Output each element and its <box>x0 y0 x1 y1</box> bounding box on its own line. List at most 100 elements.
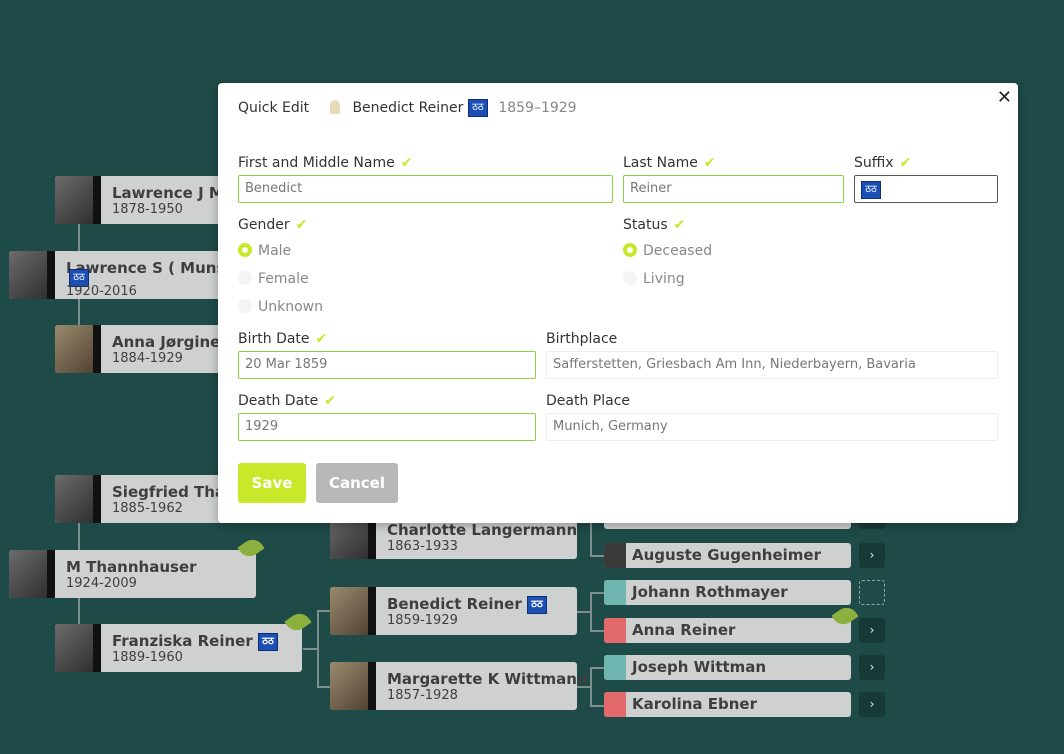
tree-connector <box>303 648 317 650</box>
gender-label: Gender ✔ <box>238 217 308 233</box>
ancestor-name: Joseph Wittman <box>632 658 767 676</box>
tree-connector <box>590 592 604 594</box>
tree-connector <box>590 523 592 555</box>
birthplace-input[interactable]: Safferstetten, Griesbach Am Inn, Niederb… <box>546 351 998 379</box>
person-dates: 1863-1933 <box>387 539 458 554</box>
tree-connector <box>590 555 604 557</box>
ancestor-card[interactable]: Karolina Ebner <box>604 692 851 717</box>
save-button[interactable]: Save <box>238 463 306 503</box>
suffix-badge: ठठ <box>257 632 278 651</box>
check-icon: ✔ <box>324 393 336 409</box>
gender-female-radio[interactable]: Female <box>238 271 309 287</box>
suffix-badge: ठठ <box>467 99 488 117</box>
first-name-input[interactable]: Benedict <box>238 175 613 203</box>
tree-connector <box>78 298 80 326</box>
person-card[interactable]: Margarette K Wittmann 1857-1928 <box>330 662 588 710</box>
tree-connector <box>78 523 80 551</box>
dialog-title: Quick Edit <box>238 100 310 116</box>
death-date-input[interactable]: 1929 <box>238 413 536 441</box>
death-place-label: Death Place <box>546 393 631 409</box>
suffix-label: Suffix ✔ <box>854 155 912 171</box>
death-date-label: Death Date ✔ <box>238 393 336 409</box>
birth-date-input[interactable]: 20 Mar 1859 <box>238 351 536 379</box>
ancestor-card[interactable]: Anna Reiner <box>604 618 851 643</box>
tree-connector <box>577 611 590 613</box>
tree-connector <box>590 592 592 630</box>
person-name: Benedict Reiner <box>352 100 464 116</box>
add-parent-icon[interactable] <box>859 580 885 605</box>
check-icon: ✔ <box>400 155 413 171</box>
person-card[interactable]: M Thannhauser 1924-2009 <box>9 550 256 598</box>
birthplace-label: Birthplace <box>546 331 618 347</box>
cancel-button[interactable]: Cancel <box>316 463 398 503</box>
female-placeholder-icon <box>604 618 626 643</box>
person-photo <box>9 251 55 299</box>
status-label: Status ✔ <box>623 217 686 233</box>
female-placeholder-icon <box>604 692 626 717</box>
person-photo <box>604 543 626 568</box>
ancestor-card[interactable]: Auguste Gugenheimer <box>604 543 851 568</box>
person-avatar-icon <box>330 100 340 114</box>
person-name: M Thannhauser <box>66 558 197 576</box>
person-name: Franziska Reiner ठठ <box>112 632 278 651</box>
person-photo <box>55 624 101 672</box>
check-icon: ✔ <box>673 217 686 233</box>
person-dates: 1920-2016 <box>66 284 137 299</box>
male-placeholder-icon <box>604 580 626 605</box>
person-dates: 1885-1962 <box>112 501 183 516</box>
person-dates: 1859-1929 <box>387 613 458 628</box>
birth-date-label: Birth Date ✔ <box>238 331 328 347</box>
person-card[interactable]: Benedict Reiner ठठ 1859-1929 <box>330 587 577 635</box>
expand-arrow-icon[interactable]: › <box>859 618 885 643</box>
tree-connector <box>317 686 331 688</box>
ancestor-name: Auguste Gugenheimer <box>632 546 821 564</box>
person-name: Siegfried Thar <box>112 483 233 501</box>
person-name: Anna Jørgine L <box>112 333 236 351</box>
dialog-person: Benedict Reiner ठठ 1859–1929 <box>330 99 577 117</box>
gender-unknown-radio[interactable]: Unknown <box>238 299 323 315</box>
suffix-badge: ठठ <box>861 180 881 199</box>
close-icon[interactable]: ✕ <box>997 87 1012 108</box>
dialog-header: Quick Edit Benedict Reiner ठठ 1859–1929 … <box>218 83 1018 133</box>
death-place-input[interactable]: Munich, Germany <box>546 413 998 441</box>
person-dates: 1889-1960 <box>112 650 183 665</box>
person-card[interactable]: Lawrence S ( Munson ठठ 1920-2016 <box>9 251 246 299</box>
tree-connector <box>317 610 319 686</box>
ancestor-card[interactable]: Joseph Wittman <box>604 655 851 680</box>
person-dates: 1857-1928 <box>387 688 458 703</box>
male-placeholder-icon <box>604 655 626 680</box>
tree-connector <box>590 667 592 705</box>
expand-arrow-icon[interactable]: › <box>859 543 885 568</box>
person-name: Lawrence J Mu <box>112 184 235 202</box>
status-deceased-radio[interactable]: Deceased <box>623 243 712 259</box>
person-card[interactable]: Franziska Reiner ठठ 1889-1960 <box>55 624 302 672</box>
gender-male-radio[interactable]: Male <box>238 243 291 259</box>
status-living-radio[interactable]: Living <box>623 271 685 287</box>
person-dates: 1924-2009 <box>66 576 137 591</box>
ancestor-card[interactable]: Johann Rothmayer <box>604 580 851 605</box>
tree-connector <box>590 630 604 632</box>
last-name-input[interactable]: Reiner <box>623 175 844 203</box>
person-name: Margarette K Wittmann <box>387 670 588 688</box>
person-photo <box>9 550 55 598</box>
person-photo <box>330 662 376 710</box>
check-icon: ✔ <box>315 331 328 347</box>
suffix-badge: ठठ <box>526 595 547 614</box>
ancestor-name: Johann Rothmayer <box>632 583 788 601</box>
tree-connector <box>590 705 604 707</box>
person-dates: 1878-1950 <box>112 202 183 217</box>
check-icon: ✔ <box>703 155 716 171</box>
quick-edit-dialog: Quick Edit Benedict Reiner ठठ 1859–1929 … <box>218 83 1018 523</box>
person-photo <box>55 325 101 373</box>
person-name: Charlotte Langermann <box>387 521 578 539</box>
person-photo <box>55 475 101 523</box>
tree-connector <box>317 610 331 612</box>
expand-arrow-icon[interactable]: › <box>859 692 885 717</box>
person-photo <box>55 176 101 224</box>
check-icon: ✔ <box>899 155 912 171</box>
suffix-input[interactable]: ठठ <box>854 175 998 203</box>
tree-connector <box>78 223 80 251</box>
tree-connector <box>78 597 80 625</box>
expand-arrow-icon[interactable]: › <box>859 655 885 680</box>
ancestor-name: Karolina Ebner <box>632 695 757 713</box>
